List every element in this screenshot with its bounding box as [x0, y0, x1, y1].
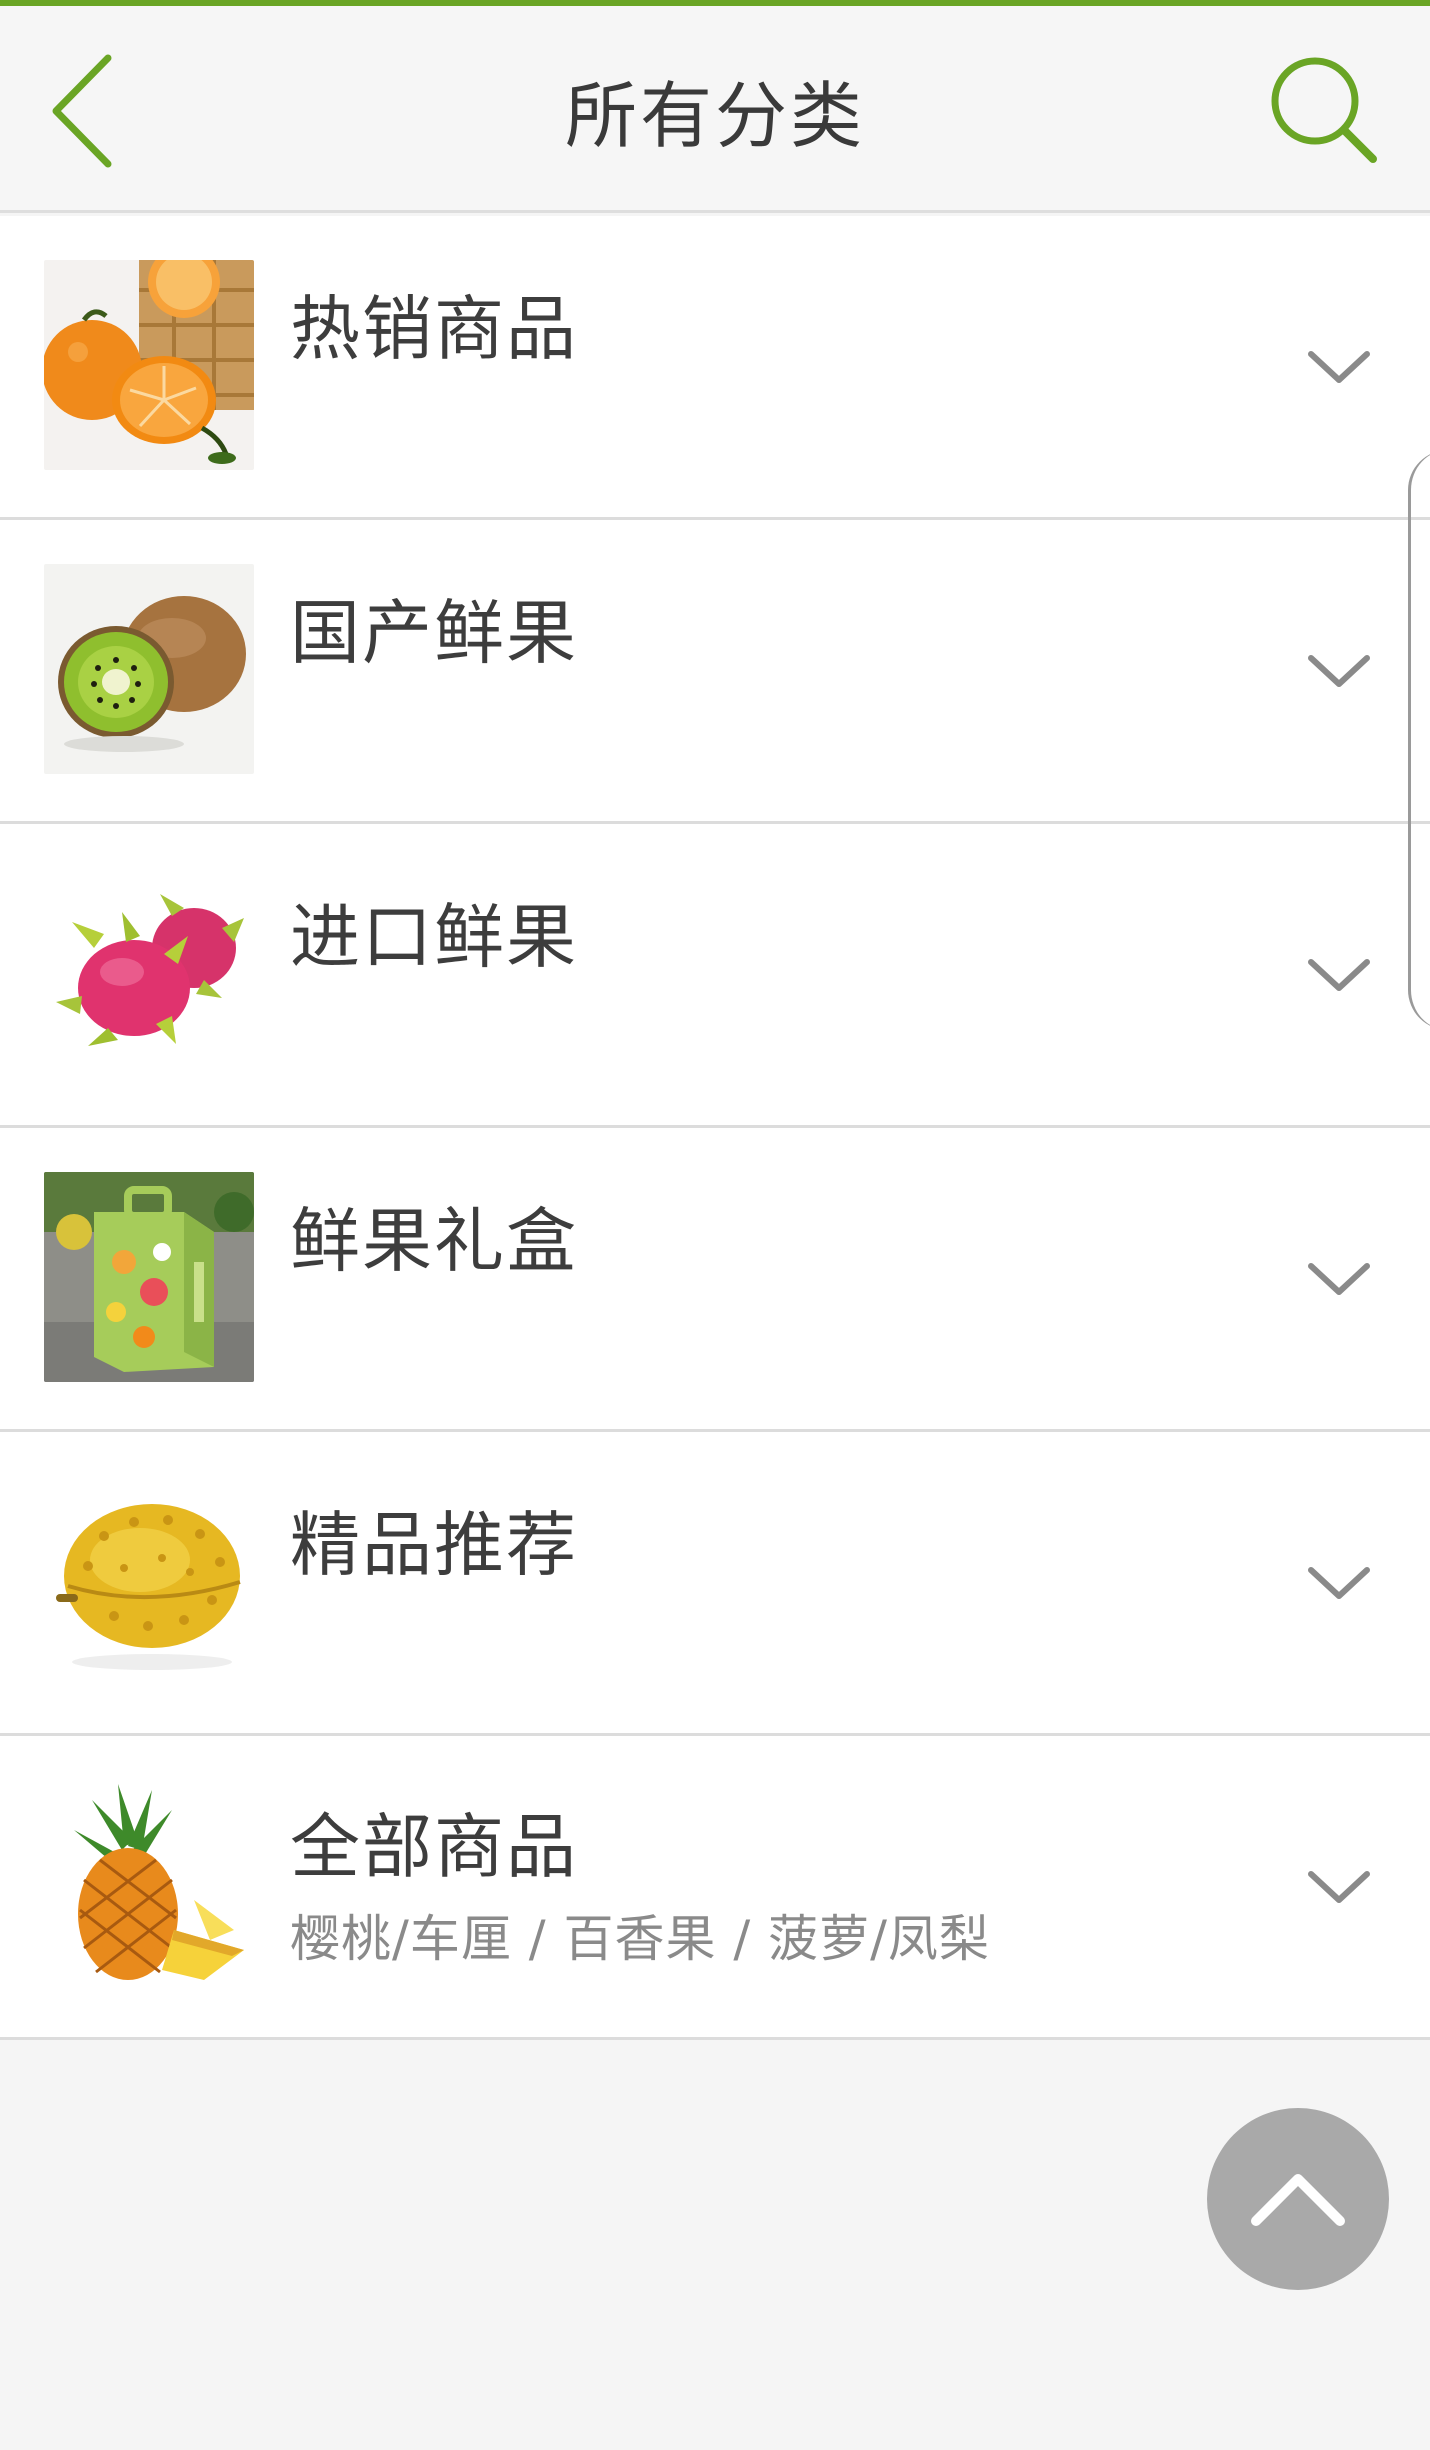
back-to-top-button[interactable] — [1207, 2108, 1389, 2290]
category-image-durian — [44, 1476, 254, 1686]
category-image-pineapple — [44, 1780, 254, 1990]
search-button[interactable] — [1265, 51, 1385, 171]
chevron-down-icon[interactable] — [1305, 346, 1373, 386]
category-image-kiwi — [44, 564, 254, 774]
chevron-up-icon — [1251, 2174, 1345, 2226]
category-label: 进口鲜果 — [290, 896, 578, 978]
category-label: 鲜果礼盒 — [290, 1200, 578, 1282]
category-row-all[interactable]: 全部商品 樱桃/车厘 / 百香果 / 菠萝/凤梨 — [0, 1736, 1430, 2040]
chevron-down-icon[interactable] — [1305, 1866, 1373, 1906]
category-row-recommended[interactable]: 精品推荐 — [0, 1432, 1430, 1736]
category-label: 全部商品 — [290, 1806, 578, 1888]
category-label: 精品推荐 — [290, 1504, 578, 1586]
chevron-down-icon[interactable] — [1305, 1562, 1373, 1602]
category-row-imported[interactable]: 进口鲜果 — [0, 824, 1430, 1128]
category-image-tangerine — [44, 260, 254, 470]
page-title: 所有分类 — [564, 74, 865, 158]
chevron-down-icon[interactable] — [1305, 954, 1373, 994]
back-button[interactable] — [40, 46, 140, 176]
category-label: 热销商品 — [290, 288, 578, 370]
category-row-hot[interactable]: 热销商品 — [0, 216, 1430, 520]
chevron-down-icon[interactable] — [1305, 1258, 1373, 1298]
chevron-down-icon[interactable] — [1305, 650, 1373, 690]
category-sublabel: 樱桃/车厘 / 百香果 / 菠萝/凤梨 — [290, 1910, 990, 1968]
search-icon — [1271, 57, 1377, 163]
category-image-gift-box — [44, 1172, 254, 1382]
app-header: 所有分类 — [0, 6, 1430, 213]
category-row-gift-box[interactable]: 鲜果礼盒 — [0, 1128, 1430, 1432]
category-row-domestic[interactable]: 国产鲜果 — [0, 520, 1430, 824]
category-image-dragon-fruit — [44, 868, 254, 1078]
chevron-left-icon — [52, 54, 112, 168]
screen-edge-handle — [1408, 450, 1430, 1030]
category-list: 热销商品 国产鲜果 进口鲜果 鲜果礼盒 精品推荐 全部商品 樱桃/车厘 / 百香… — [0, 216, 1430, 2040]
category-label: 国产鲜果 — [290, 592, 578, 674]
